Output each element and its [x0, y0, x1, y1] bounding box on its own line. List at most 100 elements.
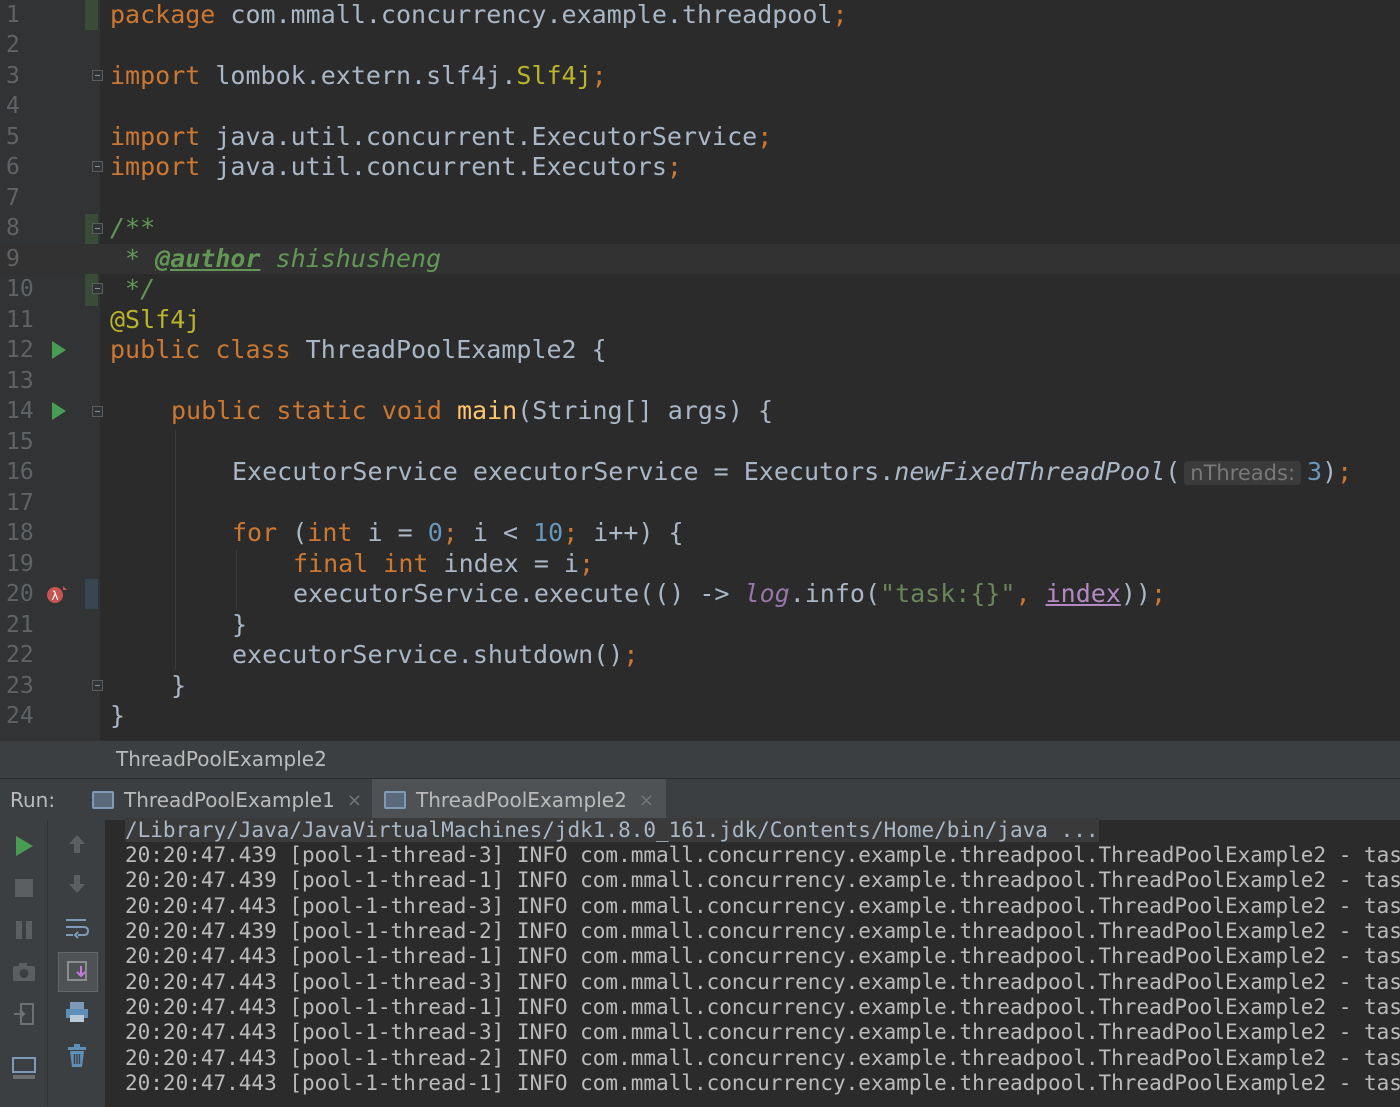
code-line[interactable]: 10 */ — [0, 274, 1400, 304]
code-text: executorService.shutdown(); — [232, 640, 638, 670]
up-arrow-icon[interactable] — [59, 826, 95, 862]
statement: executorService.execute(() -> — [293, 579, 745, 608]
pause-icon[interactable] — [6, 912, 42, 948]
code-line-current[interactable]: 9 * @author shishusheng — [0, 244, 1400, 274]
line-number: 21 — [6, 612, 34, 638]
run-config-icon — [384, 791, 406, 809]
line-number: 9 — [6, 246, 20, 272]
code-line[interactable]: 15 — [0, 427, 1400, 457]
tab-threadpoolexample2[interactable]: ThreadPoolExample2 × — [372, 779, 666, 821]
line-number: 10 — [6, 276, 34, 302]
code-line[interactable]: 21 } — [0, 610, 1400, 640]
string-literal: "task:{}" — [880, 579, 1016, 608]
code-line[interactable]: 12 public class ThreadPoolExample2 { — [0, 335, 1400, 365]
statement: i < — [457, 518, 534, 547]
code-text: final int index = i; — [293, 549, 594, 579]
fold-icon[interactable] — [92, 680, 103, 691]
soft-wrap-icon[interactable] — [59, 910, 95, 946]
code-line[interactable]: 16 ExecutorService executorService = Exe… — [0, 457, 1400, 487]
line-number: 11 — [6, 307, 34, 333]
code-line[interactable]: 11 @Slf4j — [0, 305, 1400, 335]
code-line[interactable]: 8 /** — [0, 213, 1400, 243]
code-line[interactable]: 4 — [0, 91, 1400, 121]
close-icon[interactable]: × — [347, 790, 362, 811]
exit-icon[interactable] — [6, 996, 42, 1032]
line-number: 20 — [6, 581, 34, 607]
code-line[interactable]: 3 import lombok.extern.slf4j.Slf4j; — [0, 61, 1400, 91]
keyword: package — [110, 0, 216, 29]
lambda-breakpoint-icon[interactable]: λ — [45, 582, 71, 606]
semicolon: ; — [591, 61, 607, 90]
code-line[interactable]: 13 — [0, 366, 1400, 396]
code-line[interactable]: 17 — [0, 488, 1400, 518]
package-name: com.mmall.concurrency.example.threadpool — [215, 0, 833, 29]
fold-icon[interactable] — [92, 70, 103, 81]
keyword: public class — [110, 335, 291, 364]
console-toolbar — [48, 820, 106, 1107]
code-line[interactable]: 19 final int index = i; — [0, 549, 1400, 579]
run-class-icon[interactable] — [52, 341, 66, 359]
run-config-icon — [92, 791, 114, 809]
code-line[interactable]: 1 package com.mmall.concurrency.example.… — [0, 0, 1400, 30]
tab-threadpoolexample1[interactable]: ThreadPoolExample1 × — [80, 779, 374, 821]
console-line: 20:20:47.439 [pool-1-thread-3] INFO com.… — [125, 843, 1400, 867]
statement: executorService.shutdown() — [232, 640, 624, 669]
run-label: Run: — [10, 788, 56, 812]
console-line: 20:20:47.443 [pool-1-thread-1] INFO com.… — [125, 995, 1400, 1019]
print-icon[interactable] — [59, 994, 95, 1030]
keyword: final int — [293, 549, 429, 578]
fold-icon[interactable] — [92, 223, 103, 234]
layout-icon[interactable] — [6, 1050, 42, 1086]
console-line: 20:20:47.443 [pool-1-thread-3] INFO com.… — [125, 894, 1400, 918]
semicolon: ; — [578, 549, 595, 578]
code-text: executorService.execute(() -> log.info("… — [293, 579, 1166, 609]
code-line[interactable]: 2 — [0, 30, 1400, 60]
clear-all-icon[interactable] — [59, 1038, 95, 1074]
down-arrow-icon[interactable] — [59, 866, 95, 902]
run-toolbar — [0, 820, 48, 1107]
breadcrumb: ThreadPoolExample2 — [0, 740, 1400, 778]
semicolon: ; — [563, 518, 579, 547]
run-icon[interactable] — [6, 828, 42, 864]
code-line[interactable]: 18 for (int i = 0; i < 10; i++) { — [0, 518, 1400, 548]
stop-icon[interactable] — [6, 870, 42, 906]
log-field: log — [744, 579, 790, 608]
fold-icon[interactable] — [92, 406, 103, 417]
run-main-icon[interactable] — [52, 402, 66, 420]
breadcrumb-item[interactable]: ThreadPoolExample2 — [116, 747, 327, 771]
tab-label: ThreadPoolExample2 — [416, 788, 627, 812]
code-line[interactable]: 5 import java.util.concurrent.ExecutorSe… — [0, 122, 1400, 152]
semicolon: ; — [1337, 457, 1353, 486]
scroll-to-end-icon[interactable] — [58, 952, 98, 992]
code-text: public class ThreadPoolExample2 { — [110, 335, 607, 365]
line-number: 14 — [6, 398, 34, 424]
statement: index = i — [428, 549, 579, 578]
semicolon: ; — [442, 518, 458, 547]
code-line[interactable]: 24 } — [0, 701, 1400, 731]
console-panel[interactable]: /Library/Java/JavaVirtualMachines/jdk1.8… — [0, 818, 1400, 1107]
code-line[interactable]: 23 } — [0, 671, 1400, 701]
code-line[interactable]: 7 — [0, 183, 1400, 213]
console-command: /Library/Java/JavaVirtualMachines/jdk1.8… — [125, 818, 1099, 843]
code-line[interactable]: 20 executorService.execute(() -> log.inf… — [0, 579, 1400, 609]
console-line: 20:20:47.443 [pool-1-thread-3] INFO com.… — [125, 970, 1400, 994]
statement: i = — [352, 518, 428, 547]
fold-icon[interactable] — [92, 283, 103, 294]
number-literal: 3 — [1307, 457, 1323, 486]
code-line[interactable]: 6 import java.util.concurrent.Executors; — [0, 152, 1400, 182]
console-line: 20:20:47.439 [pool-1-thread-2] INFO com.… — [125, 919, 1400, 943]
keyword: for — [232, 518, 278, 547]
code-text: * @author shishusheng — [110, 244, 441, 274]
annotation: @Slf4j — [110, 305, 201, 334]
line-number: 17 — [6, 490, 34, 516]
line-number: 5 — [6, 124, 20, 150]
line-number: 4 — [6, 93, 20, 119]
close-icon[interactable]: × — [639, 790, 654, 811]
code-line[interactable]: 14 public static void main(String[] args… — [0, 396, 1400, 426]
code-line[interactable]: 22 executorService.shutdown(); — [0, 640, 1400, 670]
fold-icon[interactable] — [92, 161, 103, 172]
doc-tag[interactable]: @author — [155, 244, 260, 273]
code-editor[interactable]: 1 package com.mmall.concurrency.example.… — [0, 0, 1400, 740]
camera-icon[interactable] — [6, 954, 42, 990]
line-number: 1 — [6, 2, 20, 28]
